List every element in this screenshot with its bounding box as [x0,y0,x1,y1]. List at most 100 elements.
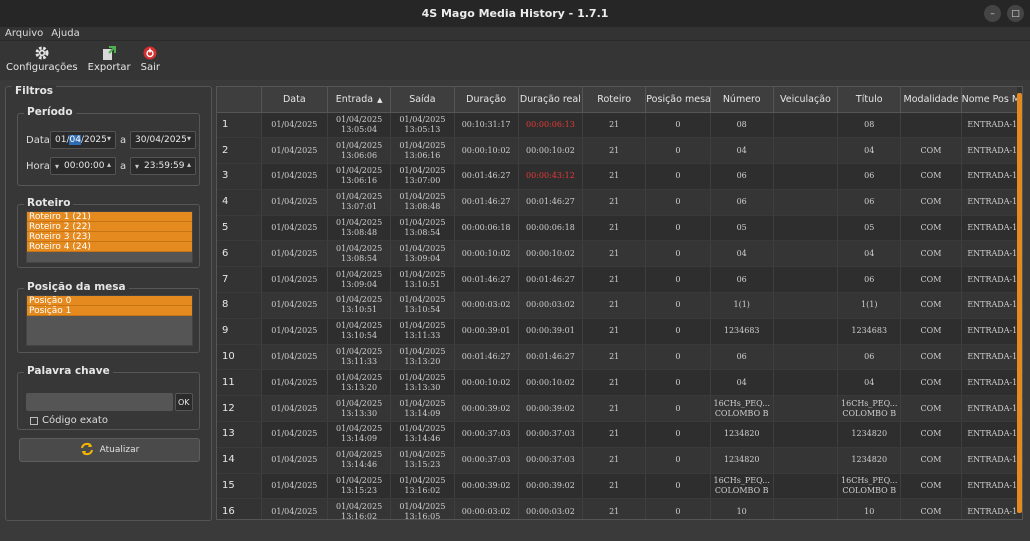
date-from-field[interactable]: 01/04/2025 ▾ [50,131,116,149]
col-header[interactable]: Saída [390,87,455,113]
col-header[interactable]: Data [261,87,328,113]
table-cell: 01/04/2025 [261,240,328,268]
table-header: Data Entrada ▲ Saída Duração Duração real… [217,87,1022,113]
table-cell: 00:00:39:02 [454,473,519,500]
table-row[interactable]: 7 01/04/2025 01/04/2025 13:09:04 01/04/2025 1… [217,266,1022,294]
list-item[interactable]: Roteiro 1 (21) [27,212,192,222]
spin-up-icon[interactable]: ▴ [107,160,111,169]
list-item[interactable]: Posição 0 [27,296,192,306]
col-header-entrada[interactable]: Entrada ▲ [327,87,392,113]
list-item[interactable]: Roteiro 2 (22) [27,222,192,232]
table-cell: ENTRADA-1 [961,240,1022,268]
col-header[interactable]: Posição mesa [645,87,711,113]
table-cell: 21 [582,498,647,519]
table-cell: 21 [582,189,647,216]
chevron-down-icon[interactable]: ▾ [107,134,111,143]
table-row[interactable]: 5 01/04/2025 01/04/2025 13:08:48 01/04/2025 1… [217,215,1022,242]
table-cell: 01/04/2025 [261,266,328,294]
roteiro-list[interactable]: Roteiro 1 (21) Roteiro 2 (22) Roteiro 3 … [26,211,193,263]
table-cell: 04 [710,240,774,268]
col-header[interactable]: Modalidade [900,87,962,113]
menu-ajuda[interactable]: Ajuda [51,28,79,39]
table-row[interactable]: 14 01/04/2025 01/04/2025 13:14:46 01/04/2025… [217,447,1022,474]
time-to-field[interactable]: ▾ 23:59:59 ▴ [130,157,196,175]
table-cell: 01/04/2025 13:14:09 [390,395,455,423]
date-from-selected: 04 [69,135,81,145]
col-header[interactable]: Nome Pos Mes [961,87,1022,113]
table-cell: 21 [582,473,647,500]
table-cell: 01/04/2025 [261,447,328,474]
table-cell: 06 [837,266,902,294]
table-cell: 1(1) [710,292,774,319]
table-cell: 05 [710,215,774,242]
col-header[interactable]: Roteiro [582,87,647,113]
table-cell: 01/04/2025 [261,369,328,397]
table-cell: COM [900,318,962,345]
exit-button[interactable]: Sair [141,41,160,73]
table-cell: COM [900,189,962,216]
table-row[interactable]: 11 01/04/2025 01/04/2025 13:13:20 01/04/2025… [217,369,1022,397]
table-cell: 00:00:10:02 [454,137,519,165]
spin-up-icon[interactable]: ▴ [187,160,191,169]
table-row[interactable]: 4 01/04/2025 01/04/2025 13:07:01 01/04/2025 1… [217,189,1022,216]
period-title: Período [24,106,76,118]
table-cell: 00:01:46:27 [454,344,519,371]
table-cell: 1 [217,112,262,139]
table-row[interactable]: 12 01/04/2025 01/04/2025 13:13:30 01/04/2025… [217,395,1022,423]
col-header[interactable]: Título [837,87,902,113]
config-button[interactable]: Configurações [6,41,78,73]
scrollbar-thumb[interactable] [1017,93,1022,513]
table-row[interactable]: 9 01/04/2025 01/04/2025 13:10:54 01/04/2025 1… [217,318,1022,345]
table-row[interactable]: 8 01/04/2025 01/04/2025 13:10:51 01/04/2025 1… [217,292,1022,319]
col-header[interactable]: Duração [454,87,519,113]
table-cell: 00:00:10:02 [454,240,519,268]
time-from-field[interactable]: ▾ 00:00:00 ▴ [50,157,116,175]
table-row[interactable]: 6 01/04/2025 01/04/2025 13:08:54 01/04/2025 1… [217,240,1022,268]
table-row[interactable]: 16 01/04/2025 01/04/2025 13:16:02 01/04/2025… [217,498,1022,519]
title-bar: 4S Mago Media History - 1.7.1 – □ [0,0,1030,27]
table-cell: 01/04/2025 [261,112,328,139]
ok-button[interactable]: OK [175,393,193,411]
minimize-icon[interactable]: – [984,5,1001,22]
table-cell: 0 [645,112,711,139]
col-header[interactable]: Veiculação [773,87,839,113]
menu-arquivo[interactable]: Arquivo [5,28,43,39]
table-cell: 21 [582,344,647,371]
list-item[interactable]: Posição 1 [27,306,192,316]
list-item[interactable]: Roteiro 4 (24) [27,242,192,252]
chevron-down-icon[interactable]: ▾ [187,134,191,143]
maximize-icon[interactable]: □ [1007,5,1024,22]
table-cell: 00:00:39:01 [454,318,519,345]
col-header[interactable]: Duração real [518,87,584,113]
export-button[interactable]: Exportar [88,41,131,73]
table-cell: ENTRADA-1 [961,447,1022,474]
refresh-button[interactable]: Atualizar [19,438,200,462]
posicao-list[interactable]: Posição 0 Posição 1 [26,295,193,346]
exact-code-option[interactable]: Código exato [30,415,108,426]
table-cell: COM [900,498,962,519]
spin-down-icon[interactable]: ▾ [55,162,59,171]
col-header[interactable]: Número [710,87,774,113]
table-row[interactable]: 13 01/04/2025 01/04/2025 13:14:09 01/04/2025… [217,421,1022,448]
keyword-input[interactable] [26,393,173,411]
table-cell: 21 [582,369,647,397]
table-cell: 1234820 [710,421,774,448]
table-cell: 4 [217,189,262,216]
table-cell: 01/04/2025 13:14:46 [327,447,392,474]
history-table[interactable]: Data Entrada ▲ Saída Duração Duração real… [216,86,1023,520]
table-cell [773,395,839,423]
table-cell: 01/04/2025 13:13:20 [390,344,455,371]
table-row[interactable]: 10 01/04/2025 01/04/2025 13:11:33 01/04/2025… [217,344,1022,371]
table-row[interactable]: 1 01/04/2025 01/04/2025 13:05:04 01/04/2025 1… [217,112,1022,139]
exact-code-checkbox[interactable] [30,416,38,425]
spin-down-icon[interactable]: ▾ [135,162,139,171]
table-row[interactable]: 2 01/04/2025 01/04/2025 13:06:06 01/04/2025 1… [217,137,1022,165]
table-cell: COM [900,369,962,397]
table-cell [773,266,839,294]
vertical-scrollbar[interactable] [1017,87,1022,519]
list-item[interactable]: Roteiro 3 (23) [27,232,192,242]
date-to-field[interactable]: 30/04/2025 ▾ [130,131,196,149]
table-row[interactable]: 15 01/04/2025 01/04/2025 13:15:23 01/04/2025… [217,473,1022,500]
table-cell: 06 [837,344,902,371]
table-row[interactable]: 3 01/04/2025 01/04/2025 13:06:16 01/04/2025 1… [217,163,1022,190]
